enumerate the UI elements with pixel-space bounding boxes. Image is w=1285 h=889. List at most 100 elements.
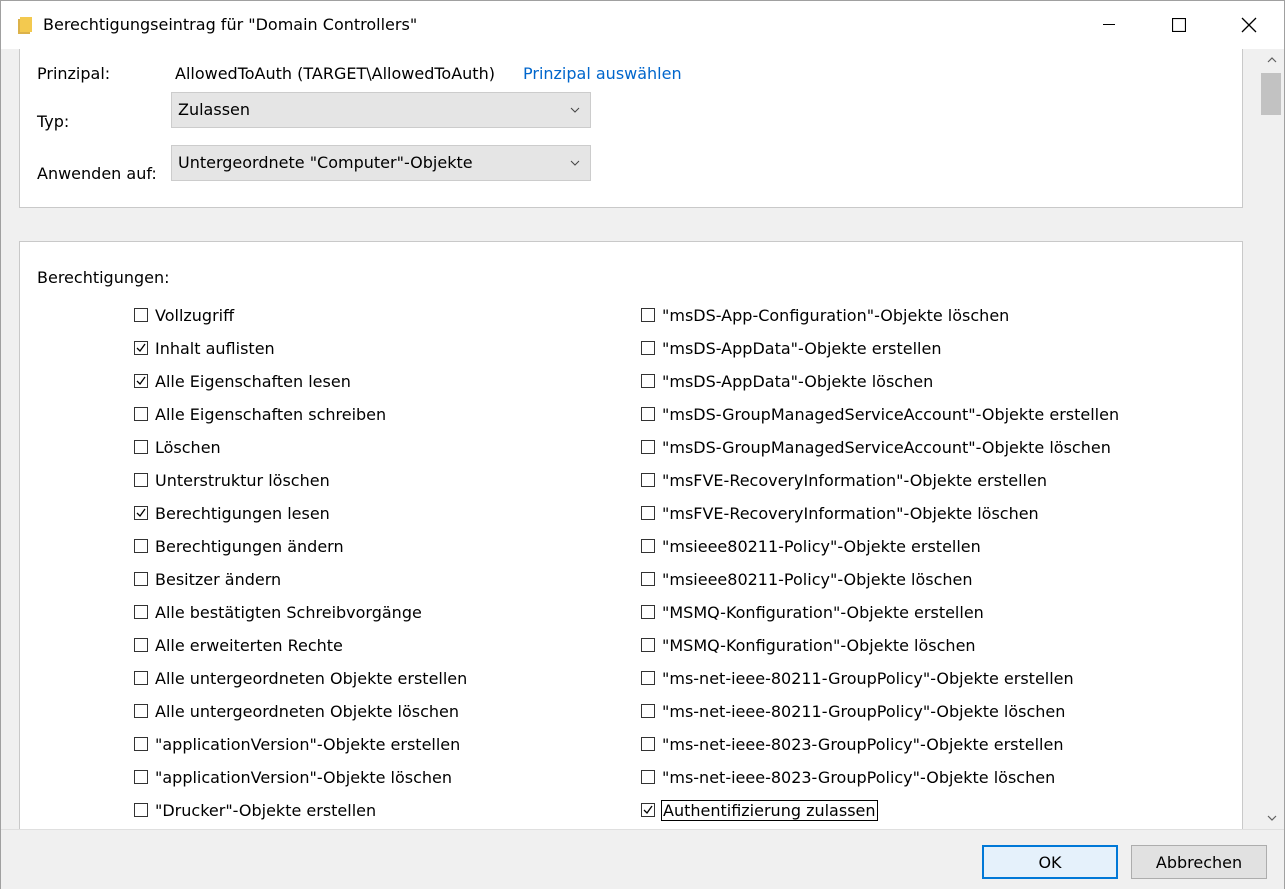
permission-checkbox-item[interactable]: Authentifizierung zulassen (641, 798, 878, 822)
checkbox[interactable] (134, 770, 148, 784)
scroll-thumb[interactable] (1261, 73, 1281, 115)
permission-label: Löschen (155, 437, 221, 457)
checkbox[interactable] (134, 803, 148, 817)
checkbox[interactable] (641, 737, 655, 751)
permission-checkbox-item[interactable]: "msDS-GroupManagedServiceAccount"-Objekt… (641, 402, 1120, 426)
chevron-down-icon (570, 107, 580, 113)
permission-checkbox-item[interactable]: "msieee80211-Policy"-Objekte löschen (641, 567, 974, 591)
permission-label: "msDS-App-Configuration"-Objekte löschen (662, 305, 1010, 325)
permission-checkbox-item[interactable]: Alle untergeordneten Objekte löschen (134, 699, 460, 723)
permission-checkbox-item[interactable]: "ms-net-ieee-8023-GroupPolicy"-Objekte l… (641, 765, 1056, 789)
checkbox[interactable] (641, 308, 655, 322)
checkbox[interactable] (134, 440, 148, 454)
checkbox[interactable] (134, 572, 148, 586)
permission-label: "Drucker"-Objekte erstellen (155, 800, 377, 820)
checkbox[interactable] (134, 737, 148, 751)
permission-checkbox-item[interactable]: Löschen (134, 435, 222, 459)
checkbox[interactable] (134, 605, 148, 619)
scroll-down-button[interactable] (1259, 807, 1284, 829)
permission-checkbox-item[interactable]: "msDS-AppData"-Objekte löschen (641, 369, 934, 393)
close-icon (1241, 17, 1257, 33)
cancel-button[interactable]: Abbrechen (1131, 845, 1267, 879)
permission-checkbox-item[interactable]: "msFVE-RecoveryInformation"-Objekte lösc… (641, 501, 1040, 525)
permission-checkbox-item[interactable]: "msFVE-RecoveryInformation"-Objekte erst… (641, 468, 1048, 492)
select-principal-link[interactable]: Prinzipal auswählen (523, 64, 682, 83)
checkbox[interactable] (641, 704, 655, 718)
minimize-button[interactable] (1074, 1, 1144, 49)
permission-checkbox-item[interactable]: Alle erweiterten Rechte (134, 633, 344, 657)
checkbox[interactable] (134, 341, 148, 355)
scroll-up-button[interactable] (1259, 49, 1284, 71)
check-icon (136, 343, 146, 353)
permission-label: "msDS-GroupManagedServiceAccount"-Objekt… (662, 404, 1120, 424)
checkbox[interactable] (641, 407, 655, 421)
checkbox[interactable] (641, 572, 655, 586)
checkbox[interactable] (641, 770, 655, 784)
permission-label: "msieee80211-Policy"-Objekte löschen (662, 569, 973, 589)
maximize-button[interactable] (1144, 1, 1214, 49)
permission-label: Alle bestätigten Schreibvorgänge (155, 602, 422, 622)
permission-checkbox-item[interactable]: "applicationVersion"-Objekte löschen (134, 765, 453, 789)
checkbox[interactable] (134, 506, 148, 520)
permission-checkbox-item[interactable]: Alle Eigenschaften lesen (134, 369, 352, 393)
apply-to-dropdown[interactable]: Untergeordnete "Computer"-Objekte (171, 145, 591, 181)
permission-checkbox-item[interactable]: Alle Eigenschaften schreiben (134, 402, 387, 426)
checkbox[interactable] (134, 407, 148, 421)
title-bar[interactable]: Berechtigungseintrag für "Domain Control… (1, 1, 1284, 49)
folder-icon (18, 17, 32, 34)
checkbox[interactable] (641, 374, 655, 388)
checkbox[interactable] (641, 803, 655, 817)
permission-checkbox-item[interactable]: "ms-net-ieee-80211-GroupPolicy"-Objekte … (641, 666, 1075, 690)
permission-checkbox-item[interactable]: "MSMQ-Konfiguration"-Objekte löschen (641, 633, 977, 657)
permission-checkbox-item[interactable]: "msDS-GroupManagedServiceAccount"-Objekt… (641, 435, 1112, 459)
permission-checkbox-item[interactable]: Inhalt auflisten (134, 336, 276, 360)
permission-checkbox-item[interactable]: Alle bestätigten Schreibvorgänge (134, 600, 423, 624)
checkbox[interactable] (641, 341, 655, 355)
permission-label: "msFVE-RecoveryInformation"-Objekte erst… (662, 470, 1047, 490)
permission-checkbox-item[interactable]: "MSMQ-Konfiguration"-Objekte erstellen (641, 600, 985, 624)
permission-checkbox-item[interactable]: "applicationVersion"-Objekte erstellen (134, 732, 461, 756)
permission-checkbox-item[interactable]: Berechtigungen ändern (134, 534, 345, 558)
type-dropdown-value: Zulassen (178, 100, 251, 119)
permission-label: Alle erweiterten Rechte (155, 635, 343, 655)
checkbox[interactable] (134, 704, 148, 718)
type-dropdown[interactable]: Zulassen (171, 92, 591, 128)
checkbox[interactable] (134, 374, 148, 388)
permission-label: "msDS-AppData"-Objekte erstellen (662, 338, 942, 358)
permission-label: "MSMQ-Konfiguration"-Objekte erstellen (662, 602, 984, 622)
vertical-scrollbar[interactable] (1259, 49, 1284, 829)
checkbox[interactable] (641, 473, 655, 487)
permission-checkbox-item[interactable]: Vollzugriff (134, 303, 235, 327)
checkbox[interactable] (134, 539, 148, 553)
apply-to-dropdown-value: Untergeordnete "Computer"-Objekte (178, 153, 473, 172)
permission-checkbox-item[interactable]: Berechtigungen lesen (134, 501, 331, 525)
permission-checkbox-item[interactable]: Alle untergeordneten Objekte erstellen (134, 666, 468, 690)
permission-checkbox-item[interactable]: "msieee80211-Policy"-Objekte erstellen (641, 534, 982, 558)
ok-button[interactable]: OK (982, 845, 1118, 879)
permission-label: "msDS-AppData"-Objekte löschen (662, 371, 934, 391)
permission-checkbox-item[interactable]: "msDS-App-Configuration"-Objekte löschen (641, 303, 1010, 327)
checkbox[interactable] (641, 638, 655, 652)
checkbox[interactable] (641, 539, 655, 553)
permission-checkbox-item[interactable]: "Drucker"-Objekte erstellen (134, 798, 377, 822)
checkbox[interactable] (641, 605, 655, 619)
checkbox[interactable] (641, 440, 655, 454)
permission-label: Alle Eigenschaften schreiben (155, 404, 387, 424)
permission-checkbox-item[interactable]: "ms-net-ieee-80211-GroupPolicy"-Objekte … (641, 699, 1066, 723)
permission-label: Alle untergeordneten Objekte erstellen (155, 668, 468, 688)
checkbox[interactable] (134, 473, 148, 487)
chevron-down-icon (570, 160, 580, 166)
checkbox[interactable] (641, 506, 655, 520)
checkbox[interactable] (134, 671, 148, 685)
checkbox[interactable] (641, 671, 655, 685)
close-button[interactable] (1214, 1, 1284, 49)
checkbox[interactable] (134, 308, 148, 322)
permission-checkbox-item[interactable]: Unterstruktur löschen (134, 468, 331, 492)
permission-label: Alle Eigenschaften lesen (155, 371, 351, 391)
permission-label: Berechtigungen ändern (155, 536, 344, 556)
permission-checkbox-item[interactable]: Besitzer ändern (134, 567, 282, 591)
permission-checkbox-item[interactable]: "msDS-AppData"-Objekte erstellen (641, 336, 942, 360)
checkbox[interactable] (134, 638, 148, 652)
permission-checkbox-item[interactable]: "ms-net-ieee-8023-GroupPolicy"-Objekte e… (641, 732, 1064, 756)
permission-label: "msFVE-RecoveryInformation"-Objekte lösc… (662, 503, 1039, 523)
